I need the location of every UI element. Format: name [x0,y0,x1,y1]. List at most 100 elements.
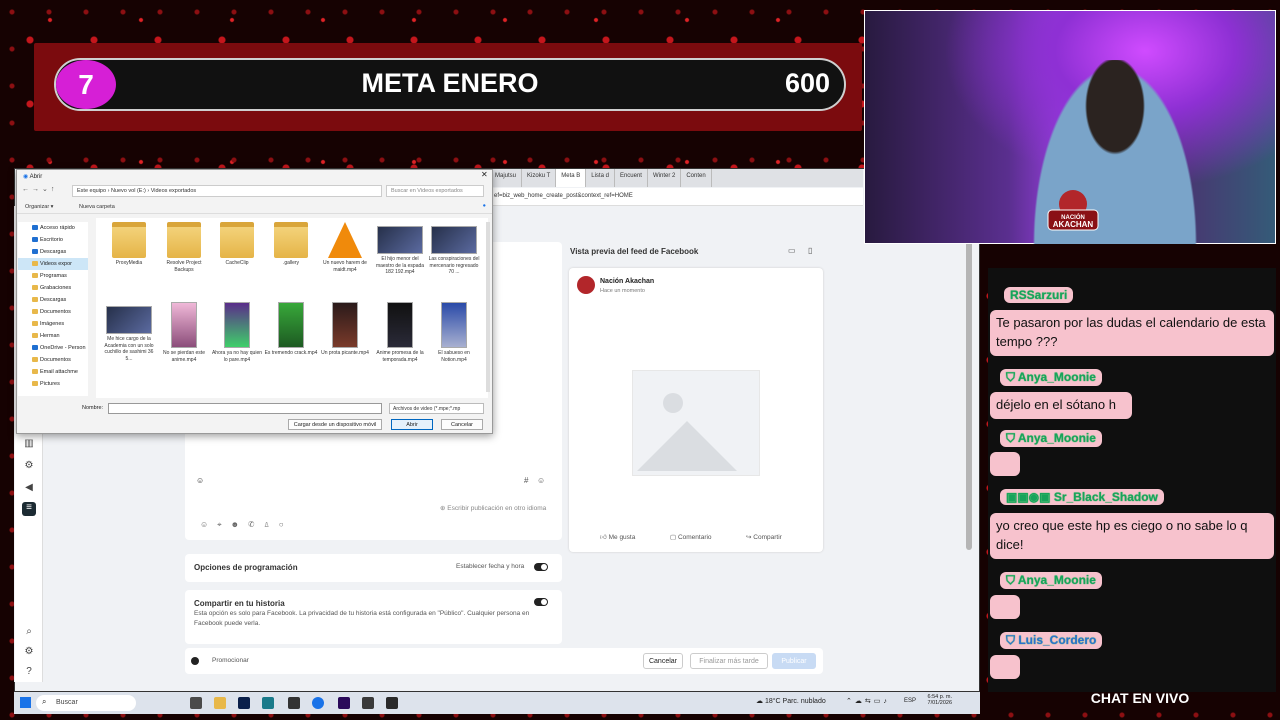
cancel-dialog-button[interactable]: Cancelar [441,419,483,430]
tree-item[interactable]: Email attachme [18,366,88,378]
organize-menu[interactable]: Organizar [25,204,49,210]
language-indicator[interactable]: ESP [904,698,916,704]
browser-tab[interactable]: Majutsu [490,169,523,187]
file-item[interactable]: Resolve Project Backups [157,222,211,273]
file-item[interactable]: Anime promesa de la temporada.mp4 [373,302,427,363]
breadcrumb-item[interactable]: Este equipo [77,188,106,194]
share-action[interactable]: ↪ Compartir [746,533,782,541]
desktop-view-icon[interactable]: ▭ [788,246,796,255]
browser-tab[interactable]: Encuent [615,169,648,187]
gear-icon[interactable]: ⚙ [22,646,36,660]
help-icon[interactable]: ● [483,203,486,209]
search-icon[interactable]: ⌕ [22,626,36,640]
file-item[interactable]: .gallery [264,222,318,267]
page-scrollbar[interactable] [966,210,972,550]
tree-item[interactable]: Descargas [18,294,88,306]
settings-icon[interactable]: ⚙ [22,460,36,474]
tray-icons[interactable]: ⌃☁⇆▭♪ [846,697,890,705]
browser-tab[interactable]: Meta B [556,169,587,187]
dialog-search-input[interactable]: Buscar en Videos exportados [386,185,484,197]
file-name-input[interactable] [108,403,382,414]
file-type-select[interactable]: Archivos de video (*.mpe;*.mp [389,403,484,414]
grid-scrollbar[interactable] [486,222,490,392]
file-item[interactable]: Un nuevo harem de maidt.mp4 [318,222,372,273]
open-button[interactable]: Abrir [391,419,433,430]
tree-item[interactable]: Herman [18,330,88,342]
tree-item[interactable]: Pictures [18,378,88,390]
capcut-icon[interactable] [386,697,398,709]
address-bar[interactable]: ef=biz_web_home_create_post&context_ref=… [490,188,863,206]
browser-tab[interactable]: Conten [681,169,712,187]
video-thumbnail [278,302,304,348]
new-folder-button[interactable]: Nueva carpeta [79,204,115,210]
menu-icon[interactable]: ▥ [22,438,36,452]
chat-username-text: Anya_Moonie [1017,573,1096,587]
task-view-icon[interactable] [190,697,202,709]
tree-item[interactable]: Acceso rápido [18,222,88,234]
file-item[interactable]: ProxyMedia [102,222,156,267]
megaphone-icon[interactable]: ◀ [22,482,36,496]
tree-item[interactable]: Videos expor [18,258,88,270]
tree-item[interactable]: OneDrive - Person [18,342,88,354]
chat-username-text: Anya_Moonie [1017,431,1096,445]
file-name: Anime promesa de la temporada.mp4 [376,350,424,363]
windows-start-icon[interactable] [20,697,31,708]
video-thumbnail [171,302,197,348]
browser-tab[interactable]: Winter 2 [648,169,682,187]
browser-tabs: Majutsu Kizoku T Meta B Lista d Encuent … [490,169,863,187]
publish-button[interactable]: Publicar [772,653,816,669]
nav-arrows-icon[interactable]: ←→⌄↑ [22,185,57,193]
comment-action[interactable]: ▢ Comentario [670,533,712,541]
breadcrumb-item[interactable]: Videos exportados [151,188,196,194]
file-item[interactable]: Un prota picante.mp4 [318,302,372,357]
nacion-akachan-logo: NACIÓN AKACHAN [1047,190,1099,231]
placeholder-sun [663,393,683,413]
tree-item[interactable]: Escritorio [18,234,88,246]
like-action[interactable]: 👍︎ Me gusta [600,533,635,541]
obs-icon[interactable] [288,697,300,709]
story-toggle[interactable] [534,598,548,606]
tree-item[interactable]: Grabaciones [18,282,88,294]
breadcrumb-item[interactable]: Nuevo vol (E:) [111,188,146,194]
tree-item[interactable]: Documentos [18,306,88,318]
app-icon[interactable] [262,697,274,709]
taskbar-search[interactable]: Buscar [36,695,136,711]
davinci-icon[interactable] [362,697,374,709]
chrome-icon[interactable] [312,697,324,709]
promote-toggle[interactable] [191,657,199,665]
cancel-button[interactable]: Cancelar [643,653,683,669]
tree-item[interactable]: Descargas [18,246,88,258]
list-icon[interactable]: ≡ [22,502,36,516]
weather-widget[interactable]: ☁ 18°C Parc. nublado [756,697,826,705]
file-item[interactable]: Me hice cargo de la Academia con un solo… [102,302,156,362]
file-explorer-icon[interactable] [214,697,226,709]
set-datetime-toggle[interactable] [534,563,548,571]
translate-note[interactable]: ⊕ Escribir publicación en otro idioma [440,504,546,512]
close-icon[interactable]: ✕ [481,170,488,179]
file-item[interactable]: Es tremendo crack.mp4 [264,302,318,357]
tree-item[interactable]: Imágenes [18,318,88,330]
tree-item[interactable]: Programas [18,270,88,282]
finish-later-button[interactable]: Finalizar más tarde [690,653,768,669]
browser-tab[interactable]: Lista d [586,169,615,187]
upload-mobile-button[interactable]: Cargar desde un dispositivo móvil [288,419,382,430]
file-item[interactable]: El sabueso en Notion.mp4 [427,302,481,363]
composer-tool-icons[interactable]: ☺⌖☻✆♙○ [200,520,293,530]
browser-tab[interactable]: Kizoku T [522,169,557,187]
smiley-icon[interactable]: ☺ [537,476,545,485]
file-item[interactable]: No se pierdan este anime.mp4 [157,302,211,363]
photoshop-icon[interactable] [238,697,250,709]
file-item[interactable]: El hijo menor del maestro de la espada 1… [373,222,427,276]
address-breadcrumb[interactable]: Este equipo › Nuevo vol (E:) › Videos ex… [72,185,382,197]
file-item[interactable]: CacheClip [210,222,264,267]
clock[interactable]: 6:54 p. m. 7/01/2026 [918,694,952,706]
emoji-icon[interactable]: ☺ [196,476,204,485]
file-item[interactable]: Las conspiraciones del mercenario regres… [427,222,481,276]
file-item[interactable]: Ahora ya no hay quien lo pare.mp4 [210,302,264,363]
help-icon[interactable]: ? [22,666,36,680]
chat-emote [990,452,1020,476]
mobile-view-icon[interactable]: ▯ [808,246,812,255]
hashtag-icon[interactable]: # [524,476,528,485]
tree-item[interactable]: Documentos [18,354,88,366]
premiere-icon[interactable] [338,697,350,709]
